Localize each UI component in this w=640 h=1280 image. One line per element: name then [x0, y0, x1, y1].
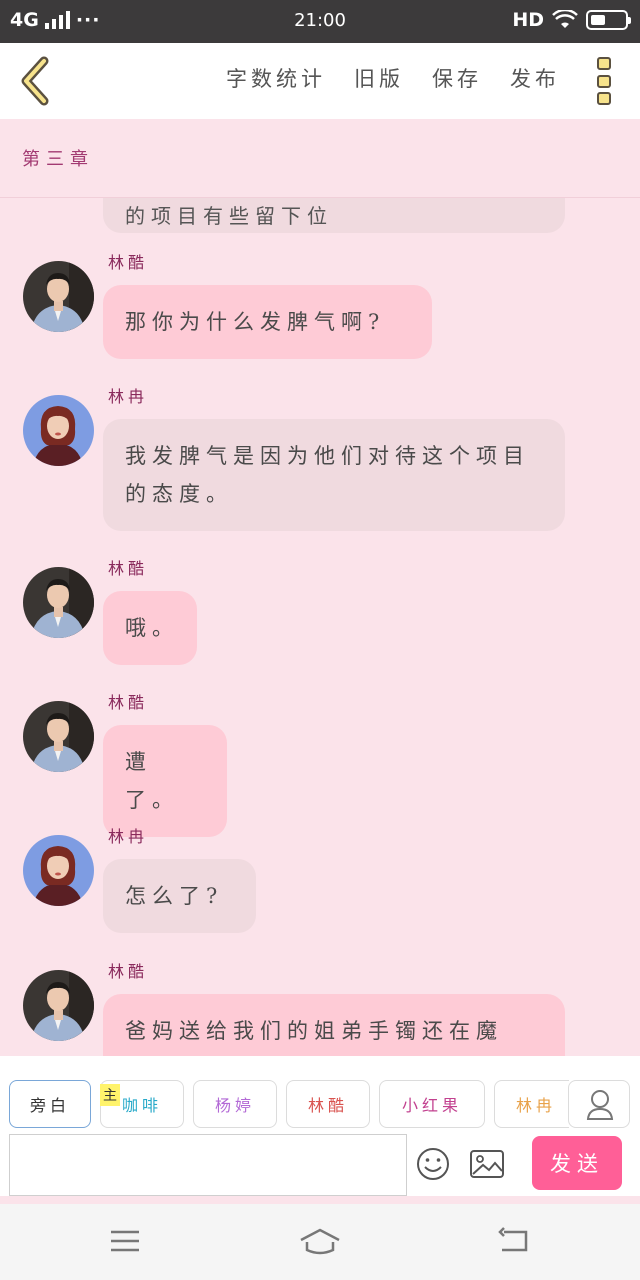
role-selector: 旁白 咖啡 杨婷 林酷 小红果 林冉 [9, 1080, 569, 1130]
role-xiaohongguo[interactable]: 小红果 [379, 1080, 485, 1128]
save-button[interactable]: 保存 [432, 63, 482, 93]
more-menu-button[interactable] [597, 57, 613, 105]
author-name: 林冉 [108, 387, 149, 406]
message-text: 我发脾气是因为他们对待这个项目的态度。 [125, 444, 530, 506]
message-bubble[interactable]: 怎么了? [103, 859, 256, 933]
main-role-badge: 主 [100, 1084, 120, 1106]
role-yangting[interactable]: 杨婷 [193, 1080, 277, 1128]
role-label: 林酷 [307, 1096, 348, 1115]
chapter-header[interactable]: 第三章 [0, 119, 640, 198]
message-text: 哦。 [125, 616, 179, 640]
return-icon [498, 1227, 528, 1252]
send-button[interactable]: 发送 [532, 1136, 622, 1190]
panel-divider [0, 1196, 640, 1204]
menu-dot-icon [597, 74, 611, 88]
emoji-button[interactable] [416, 1147, 450, 1181]
role-narrator[interactable]: 旁白 [9, 1080, 91, 1128]
menu-dot-icon [597, 92, 611, 105]
home-nav-button[interactable] [298, 1226, 342, 1260]
partial-message-text: 的项目有些留下位 [125, 204, 333, 228]
message-text: 那你为什么发脾气啊? [125, 310, 386, 334]
chapter-title: 第三章 [22, 149, 94, 170]
avatar-man[interactable] [23, 261, 94, 332]
image-icon [470, 1150, 504, 1178]
status-right: HD [512, 9, 631, 31]
man-portrait-icon [23, 567, 94, 638]
hd-indicator: HD [512, 9, 544, 31]
man-portrait-icon [23, 701, 94, 772]
back-button[interactable] [14, 55, 58, 107]
menu-nav-button[interactable] [108, 1226, 142, 1260]
message-text: 怎么了? [125, 884, 224, 908]
woman-portrait-icon [23, 835, 94, 906]
chat-scroll-area[interactable]: 的项目有些留下位 林酷 那你为什么发脾气啊? 林冉 我发脾气是因为他们对待这个项… [0, 198, 640, 1056]
message-bubble[interactable]: 爸妈送给我们的姐弟手镯还在魔 [103, 994, 565, 1056]
man-portrait-icon [23, 261, 94, 332]
home-icon [300, 1228, 340, 1255]
avatar-man[interactable] [23, 701, 94, 772]
back-nav-button[interactable] [496, 1226, 532, 1260]
avatar-woman[interactable] [23, 835, 94, 906]
manage-roles-button[interactable] [568, 1080, 630, 1128]
smiley-icon [417, 1148, 449, 1180]
message-text: 遭了。 [125, 750, 179, 812]
avatar-woman[interactable] [23, 395, 94, 466]
message-bubble[interactable]: 遭了。 [103, 725, 227, 837]
message-bubble[interactable]: 哦。 [103, 591, 197, 665]
message-text: 爸妈送给我们的姐弟手镯还在魔 [125, 1019, 503, 1043]
message-bubble[interactable]: 那你为什么发脾气啊? [103, 285, 432, 359]
person-icon [586, 1090, 614, 1120]
message-input[interactable] [9, 1134, 407, 1196]
system-nav-bar [0, 1204, 640, 1280]
message-bubble-partial[interactable]: 的项目有些留下位 [103, 198, 565, 233]
role-label: 杨婷 [214, 1096, 255, 1115]
wifi-icon [552, 10, 578, 28]
message-bubble[interactable]: 我发脾气是因为他们对待这个项目的态度。 [103, 419, 565, 531]
menu-icon [111, 1230, 139, 1252]
author-name: 林酷 [108, 693, 149, 712]
send-label: 发送 [550, 1152, 604, 1176]
role-label: 小红果 [401, 1096, 462, 1115]
status-bar: 4G ··· 21:00 HD [0, 0, 640, 43]
role-linran[interactable]: 林冉 [494, 1080, 569, 1128]
avatar-man[interactable] [23, 970, 94, 1041]
author-name: 林酷 [108, 559, 149, 578]
avatar-man[interactable] [23, 567, 94, 638]
menu-dot-icon [597, 57, 611, 70]
back-arrow-icon [21, 56, 49, 106]
role-linku[interactable]: 林酷 [286, 1080, 370, 1128]
man-portrait-icon [23, 970, 94, 1041]
image-button[interactable] [469, 1149, 505, 1179]
word-count-button[interactable]: 字数统计 [226, 63, 326, 93]
woman-portrait-icon [23, 395, 94, 466]
author-name: 林冉 [108, 827, 149, 846]
role-label: 旁白 [29, 1096, 70, 1115]
role-label: 咖啡 [121, 1096, 162, 1115]
toolbar-actions: 字数统计 旧版 保存 发布 [226, 63, 560, 93]
role-label: 林冉 [515, 1096, 556, 1115]
battery-icon [586, 10, 631, 30]
author-name: 林酷 [108, 962, 149, 981]
author-name: 林酷 [108, 253, 149, 272]
editor-toolbar: 字数统计 旧版 保存 发布 [0, 43, 640, 119]
old-version-button[interactable]: 旧版 [354, 63, 404, 93]
publish-button[interactable]: 发布 [510, 63, 560, 93]
compose-panel: 旁白 咖啡 杨婷 林酷 小红果 林冉 主 发送 [0, 1056, 640, 1204]
